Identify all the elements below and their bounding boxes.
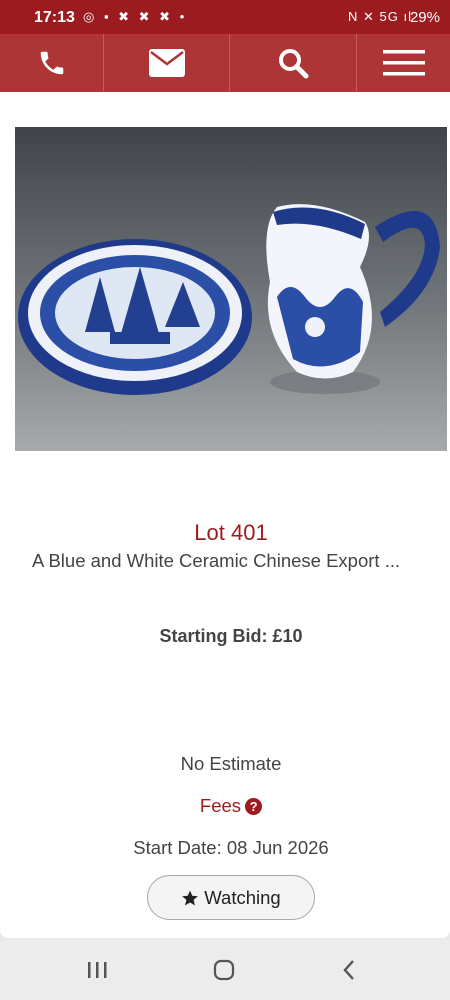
- android-nav-bar: [0, 940, 450, 1000]
- home-icon: [213, 959, 235, 981]
- envelope-icon: [148, 49, 185, 77]
- lot-number: Lot 401: [194, 520, 268, 545]
- question-circle-icon[interactable]: ?: [245, 798, 263, 815]
- clock: 17:13: [34, 9, 75, 26]
- star-icon: [182, 890, 199, 905]
- home-button[interactable]: [204, 956, 244, 984]
- notification-icons: ◎ ▪ ✖ ✖ ✖ •: [83, 9, 188, 24]
- estimate: No Estimate: [180, 753, 282, 774]
- top-nav: [0, 34, 450, 92]
- status-bar: 17:13 ◎ ▪ ✖ ✖ ✖ • N ✕ 5G ıl 29%: [0, 0, 450, 34]
- battery-level: 29%: [409, 9, 440, 26]
- search-icon: [279, 49, 309, 79]
- fees-link[interactable]: Fees?: [0, 795, 450, 817]
- recent-apps-icon: [88, 962, 107, 978]
- menu-button[interactable]: [357, 34, 450, 92]
- lot-image[interactable]: [15, 127, 447, 451]
- fees-label: Fees: [199, 795, 242, 816]
- starting-bid: Starting Bid: £10: [159, 626, 303, 646]
- back-chevron-icon: [343, 960, 354, 980]
- phone-icon: [40, 51, 63, 75]
- watching-button[interactable]: Watching: [147, 875, 315, 920]
- watching-label: Watching: [204, 886, 281, 908]
- email-button[interactable]: [104, 34, 230, 92]
- lot-card: Lot 401 A Blue and White Ceramic Chinese…: [0, 92, 450, 938]
- call-button[interactable]: [0, 34, 104, 92]
- start-date: Start Date: 08 Jun 2026: [133, 837, 329, 858]
- back-button[interactable]: [329, 956, 369, 984]
- system-icons: N ✕ 5G ıl: [348, 9, 412, 24]
- lot-title[interactable]: A Blue and White Ceramic Chinese Export …: [32, 550, 442, 572]
- search-button[interactable]: [230, 34, 357, 92]
- hamburger-menu-icon: [382, 50, 425, 76]
- recent-apps-button[interactable]: [77, 956, 117, 984]
